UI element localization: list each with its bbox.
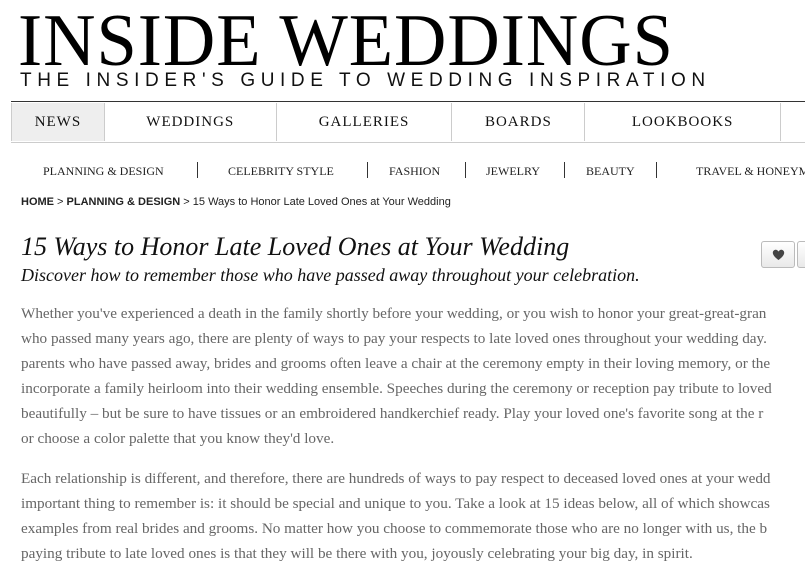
breadcrumb-current: 15 Ways to Honor Late Loved Ones at Your… (192, 196, 451, 208)
article-paragraph-2: Each relationship is different, and ther… (21, 466, 805, 566)
subnav-beauty[interactable]: BEAUTY (562, 164, 659, 179)
share-button[interactable] (797, 241, 805, 268)
nav-item-weddings[interactable]: WEDDINGS (103, 103, 276, 141)
paragraph-line: Each relationship is different, and ther… (21, 470, 771, 487)
site-logo[interactable]: INSIDE WEDDINGS (18, 0, 674, 82)
breadcrumb-separator: > (54, 196, 67, 208)
paragraph-line: who passed many years ago, there are ple… (21, 330, 767, 347)
paragraph-line: examples from real brides and grooms. No… (21, 520, 768, 537)
subnav-planning-design[interactable]: PLANNING & DESIGN (19, 164, 188, 179)
paragraph-line: Whether you've experienced a death in th… (21, 305, 767, 322)
nav-item-lookbooks[interactable]: LOOKBOOKS (584, 103, 780, 141)
paragraph-line: paying tribute to late loved ones is tha… (21, 545, 693, 562)
paragraph-line: or choose a color palette that you know … (21, 430, 335, 447)
sub-nav: PLANNING & DESIGN CELEBRITY STYLE FASHIO… (11, 158, 805, 184)
breadcrumb-separator: > (180, 196, 193, 208)
breadcrumb-home[interactable]: HOME (21, 196, 54, 208)
nav-item-boards[interactable]: BOARDS (451, 103, 584, 141)
article-paragraph-1: Whether you've experienced a death in th… (21, 301, 805, 451)
paragraph-line: incorporate a family heirloom into their… (21, 380, 772, 397)
subnav-fashion[interactable]: FASHION (365, 164, 464, 179)
subnav-celebrity-style[interactable]: CELEBRITY STYLE (204, 164, 358, 179)
nav-item-more[interactable] (780, 103, 805, 141)
logo-tagline: THE INSIDER'S GUIDE TO WEDDING INSPIRATI… (20, 70, 711, 91)
subnav-jewelry[interactable]: JEWELRY (462, 164, 564, 179)
paragraph-line: beautifully – but be sure to have tissue… (21, 405, 764, 422)
breadcrumb-section[interactable]: PLANNING & DESIGN (67, 196, 181, 208)
subnav-divider (197, 162, 198, 178)
subnav-travel-honeymoon[interactable]: TRAVEL & HONEYM (672, 164, 805, 179)
subnav-divider (656, 162, 657, 178)
heart-icon (772, 249, 784, 260)
main-nav: NEWS WEDDINGS GALLERIES BOARDS LOOKBOOKS (11, 101, 805, 143)
like-button[interactable] (761, 241, 795, 268)
logo-title: INSIDE WEDDINGS (18, 0, 674, 82)
nav-item-galleries[interactable]: GALLERIES (275, 103, 452, 141)
nav-item-news[interactable]: NEWS (11, 103, 104, 141)
article-title: 15 Ways to Honor Late Loved Ones at Your… (21, 232, 570, 261)
article-subtitle: Discover how to remember those who have … (21, 265, 640, 285)
paragraph-line: parents who have passed away, brides and… (21, 355, 771, 372)
paragraph-line: important thing to remember is: it shoul… (21, 495, 770, 512)
breadcrumb: HOME > PLANNING & DESIGN > 15 Ways to Ho… (21, 196, 451, 208)
